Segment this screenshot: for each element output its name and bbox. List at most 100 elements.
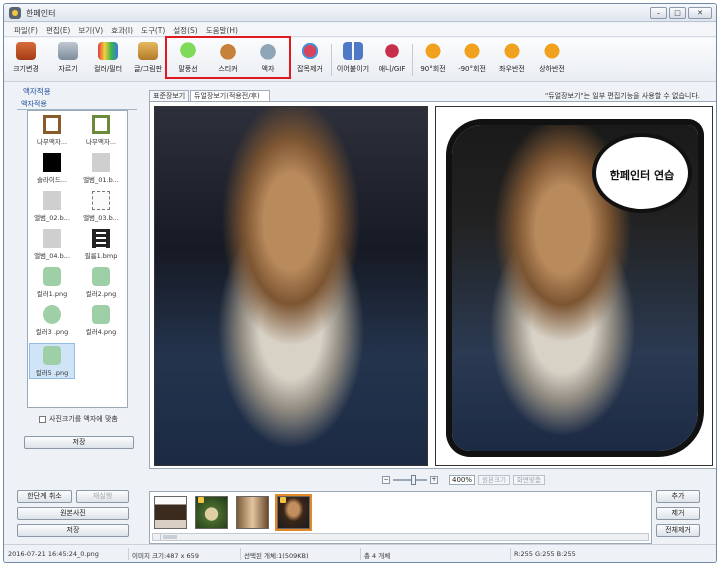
window-controls: – □ ✕ — [650, 7, 712, 19]
frame-item[interactable]: 컬러3 .png — [29, 303, 75, 339]
color-filter-button[interactable]: 컬러/필터 — [88, 42, 128, 80]
frame-item[interactable]: 앨범_01.b... — [78, 151, 124, 187]
join-button[interactable]: 이어붙이기 — [332, 42, 374, 80]
speech-bubble[interactable]: 한페인터 연습 — [592, 133, 692, 213]
flip-vertical-button[interactable]: 상하반전 — [532, 42, 572, 80]
panel-tab[interactable]: 액자적용 — [21, 99, 47, 109]
panel-save-button[interactable]: 저장 — [24, 436, 134, 449]
frame-label: 컬러3 .png — [35, 328, 69, 336]
frame-label: 컬러5 .png — [35, 369, 69, 377]
flip-horizontal-button[interactable]: 좌우반전 — [492, 42, 532, 80]
redo-button[interactable]: 재실행 — [76, 490, 129, 503]
frame-item[interactable]: 컬러4.png — [78, 303, 124, 339]
frame-item[interactable]: 앨범_04.b... — [29, 227, 75, 263]
edited-photo[interactable]: 한페인터 연습 — [435, 106, 713, 466]
add-button[interactable]: 추가 — [656, 490, 700, 503]
frame-label: 나무액자... — [85, 138, 117, 146]
frame-thumbnail — [92, 115, 110, 134]
original-photo-button[interactable]: 원본사진 — [17, 507, 129, 520]
menu-bar: 파일(F) 편집(E) 보기(V) 효과(I) 도구(T) 설정(S) 도움말(… — [4, 23, 716, 37]
remove-all-button[interactable]: 전체제거 — [656, 524, 700, 537]
zoom-slider[interactable] — [393, 475, 427, 485]
panel-tab-bar: 액자적용 — [17, 98, 137, 110]
status-image-size: 이미지 크기:487 x 659 — [132, 552, 199, 560]
status-file: 2016-07-21 16:45:24_0.png — [8, 550, 99, 558]
menu-edit[interactable]: 편집(E) — [42, 23, 74, 36]
fit-screen-button[interactable]: 화면맞춤 — [512, 475, 545, 485]
rotate-cw-icon — [423, 42, 443, 60]
status-bar: 2016-07-21 16:45:24_0.png 이미지 크기:487 x 6… — [4, 544, 716, 562]
resize-icon — [16, 42, 36, 60]
frame-thumbnail — [43, 305, 61, 324]
maximize-button[interactable]: □ — [669, 7, 686, 19]
frame-label: 앨범_01.b... — [83, 176, 119, 184]
menu-settings[interactable]: 설정(S) — [169, 23, 201, 36]
edited-badge-icon — [280, 497, 286, 503]
frame-label: 앨범_02.b... — [34, 214, 70, 222]
menu-help[interactable]: 도움말(H) — [202, 23, 242, 36]
minimize-button[interactable]: – — [650, 7, 667, 19]
object-remove-button[interactable]: 잡목제거 — [291, 42, 329, 80]
text-draw-button[interactable]: 글/그림판 — [128, 42, 168, 80]
frame-item[interactable]: 앨범_03.b... — [78, 189, 124, 225]
flip-horizontal-icon — [502, 42, 522, 60]
menu-view[interactable]: 보기(V) — [74, 23, 107, 36]
tab-dual-view[interactable]: 듀얼장보기(적용전/후) — [190, 90, 270, 101]
frame-list[interactable]: 나무액자... 나무액자... 슬라이드... 앨범_01.b... 앨범_02… — [27, 110, 128, 408]
zoom-slider-handle[interactable] — [411, 475, 416, 485]
strip-thumbnail[interactable] — [195, 496, 228, 529]
resize-button[interactable]: 크기변경 — [8, 42, 44, 80]
scrollbar-thumb[interactable] — [163, 535, 177, 539]
close-button[interactable]: ✕ — [688, 7, 712, 19]
rotate-90-label: 90°회전 — [420, 65, 446, 73]
menu-effect[interactable]: 효과(I) — [107, 23, 137, 36]
frame-item[interactable]: 나무액자... — [29, 113, 75, 149]
edited-badge-icon — [198, 497, 204, 503]
status-selected: 선택된 개체:1(509KB) — [244, 552, 309, 560]
crop-button[interactable]: 자르기 — [50, 42, 86, 80]
frame-panel: 액자적용 액자적용 나무액자... 나무액자... 슬라이드... 앨범_01.… — [17, 86, 137, 456]
frame-item[interactable]: 컬러1.png — [29, 265, 75, 301]
menu-tools[interactable]: 도구(T) — [137, 23, 169, 36]
flip-vertical-label: 상하반전 — [539, 65, 565, 73]
strip-scrollbar[interactable] — [152, 533, 649, 541]
frame-thumbnail — [92, 267, 110, 286]
ani-gif-button[interactable]: 애니/GIF — [374, 42, 410, 80]
remove-button[interactable]: 제거 — [656, 507, 700, 520]
rotate-minus-90-button[interactable]: -90°회전 — [452, 42, 492, 80]
zoom-in-button[interactable]: + — [430, 476, 438, 484]
resize-label: 크기변경 — [13, 65, 39, 73]
undo-button[interactable]: 한단계 취소 — [17, 490, 72, 503]
scroll-left-arrow-icon[interactable] — [153, 534, 161, 540]
zoom-bar: − + 400% 원본크기 화면맞춤 — [382, 474, 545, 486]
frame-label: 필름1.bmp — [84, 252, 118, 260]
toolbar: 크기변경 자르기 컬러/필터 글/그림판 말풍선 스티커 액자 잡목제거 이어붙… — [4, 38, 716, 82]
save-button[interactable]: 저장 — [17, 524, 129, 537]
rotate-90-button[interactable]: 90°회전 — [414, 42, 452, 80]
frame-item[interactable]: 앨범_02.b... — [29, 189, 75, 225]
strip-thumbnail[interactable] — [154, 496, 187, 529]
frame-item[interactable]: 슬라이드... — [29, 151, 75, 187]
zoom-out-button[interactable]: − — [382, 476, 390, 484]
fit-frame-checkbox[interactable]: 사진크기를 액자에 맞춤 — [39, 414, 118, 424]
text-draw-icon — [138, 42, 158, 60]
status-divider — [240, 548, 241, 560]
frame-label: 컬러1.png — [36, 290, 68, 298]
frame-thumbnail — [43, 267, 61, 286]
frame-label: 앨범_03.b... — [83, 214, 119, 222]
frame-item[interactable]: 필름1.bmp — [78, 227, 124, 263]
checkbox-box[interactable] — [39, 415, 46, 423]
tab-normal-view[interactable]: 표준장보기 — [149, 90, 189, 101]
original-size-button[interactable]: 원본크기 — [478, 475, 510, 485]
frame-item[interactable]: 컬러2.png — [78, 265, 124, 301]
status-total: 총 4 개체 — [364, 552, 391, 560]
strip-thumbnail-selected[interactable] — [275, 494, 312, 531]
frame-item[interactable]: 나무액자... — [78, 113, 124, 149]
fit-frame-label: 사진크기를 액자에 맞춤 — [49, 415, 118, 423]
strip-thumbnail[interactable] — [236, 496, 269, 529]
rotate-minus-90-label: -90°회전 — [458, 65, 486, 73]
menu-file[interactable]: 파일(F) — [10, 23, 42, 36]
toolbar-divider — [412, 44, 413, 76]
frame-item-selected[interactable]: 컬러5 .png — [29, 343, 75, 379]
image-viewer[interactable]: 한페인터 연습 — [149, 101, 716, 469]
